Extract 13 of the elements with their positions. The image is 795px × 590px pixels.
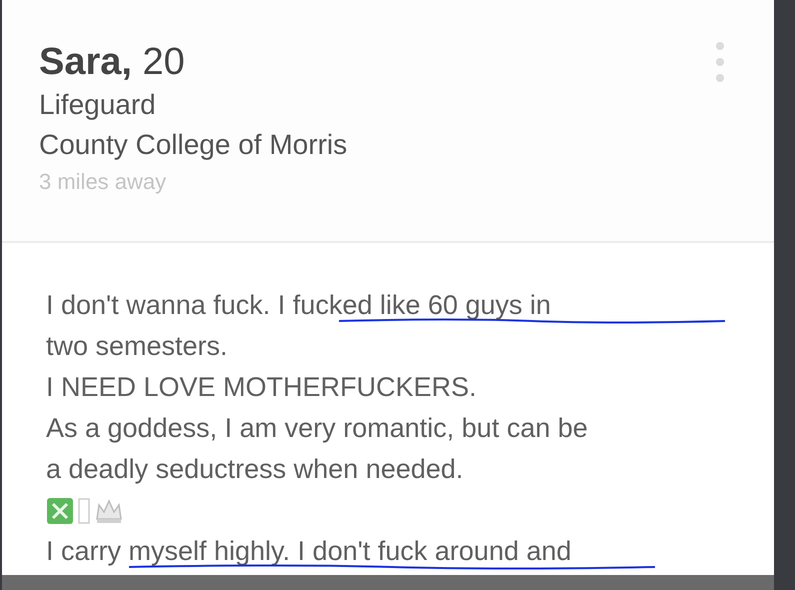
cross-mark-icon: [46, 496, 74, 524]
blank-glyph-icon: [78, 498, 90, 524]
bio-text: a deadly seductress when needed.: [46, 454, 464, 484]
profile-name: Sara, 20: [39, 40, 185, 84]
school-name: County College of Morris: [39, 128, 348, 162]
bio-text: two semesters.: [46, 331, 228, 361]
bio-text: I carry myself highly. I don't fuck around and: [46, 536, 572, 566]
bio-text: I don't wanna fuck. I fucked like 60 guys in: [46, 290, 551, 320]
bio-text: I NEED LOVE MOTHERFUCKERS.: [46, 372, 477, 402]
bio-text: As a goddess, I am very romantic, but can be: [46, 413, 588, 443]
crown-icon: [94, 496, 124, 524]
job-title: Lifeguard: [39, 88, 156, 122]
distance-text: 3 miles away: [39, 168, 166, 196]
